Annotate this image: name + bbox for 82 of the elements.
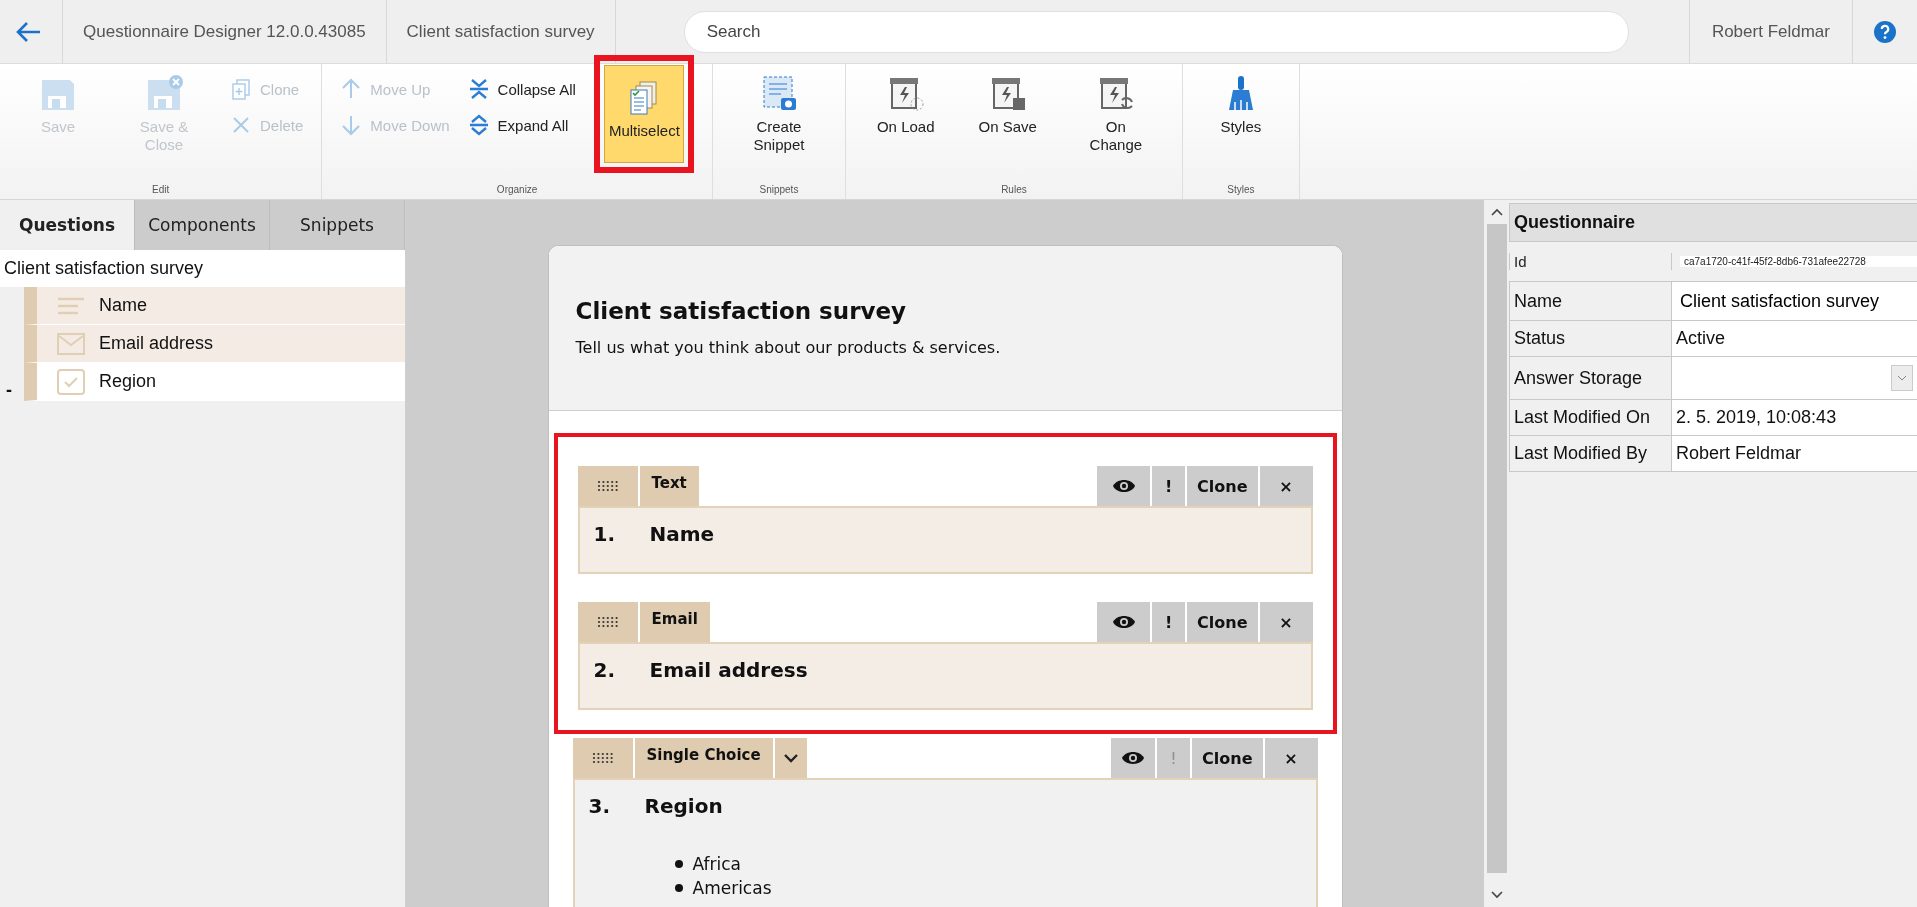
question-action-button[interactable]: × [1259, 602, 1313, 642]
drag-handle[interactable] [577, 466, 638, 506]
user-name[interactable]: Robert Feldmar [1711, 21, 1830, 42]
tree-root-item[interactable]: Client satisfaction survey [0, 250, 405, 287]
question-title: Email address [649, 658, 808, 682]
group-label: Styles [1226, 184, 1256, 197]
scroll-up-icon [1490, 208, 1503, 216]
question-action-button[interactable]: × [1259, 466, 1313, 506]
collapse-icon [467, 78, 490, 100]
multiselect-button[interactable]: Multiselect [603, 65, 684, 163]
scroll-down-icon [1490, 891, 1503, 899]
help-icon[interactable] [1873, 19, 1897, 44]
question-number: 2. [593, 658, 616, 682]
grip-icon [596, 616, 619, 628]
question-action-button[interactable]: Clone [1187, 602, 1258, 642]
group-label: Edit [151, 184, 171, 197]
visibility-button[interactable] [1097, 466, 1151, 506]
envelope-icon [57, 332, 85, 355]
question-number: 1. [593, 522, 616, 546]
type-dropdown-button[interactable] [774, 738, 807, 778]
arrow-down-icon [340, 114, 363, 136]
snippet-button[interactable]: Create Snippet [740, 65, 817, 163]
option-label: Americas [692, 877, 772, 900]
scrollbar[interactable] [1484, 200, 1509, 907]
name-field[interactable]: Client satisfaction survey [1672, 282, 1917, 320]
collapse-toggle[interactable]: - [6, 380, 12, 401]
expand-icon [467, 114, 490, 136]
checkbox-icon [57, 368, 85, 395]
drag-handle[interactable] [577, 602, 638, 642]
visibility-button[interactable] [1111, 738, 1156, 778]
question-title: Name [649, 522, 715, 546]
bullet-icon [674, 884, 683, 892]
back-arrow-icon[interactable] [16, 20, 42, 43]
scroll-thumb[interactable] [1486, 224, 1507, 873]
styles-button[interactable]: Styles [1210, 65, 1271, 145]
property-label: Id [1509, 253, 1672, 270]
question-card[interactable]: 3. Region Africa Americas [572, 778, 1318, 907]
question-action-button[interactable]: ! [1152, 466, 1186, 506]
survey-title: Client satisfaction survey [575, 298, 908, 324]
group-label: Snippets [758, 184, 800, 197]
drag-handle[interactable] [572, 738, 633, 778]
visibility-button[interactable] [1097, 602, 1151, 642]
grip-icon [591, 752, 614, 764]
expand-button[interactable]: Expand All [467, 112, 576, 138]
panel-title: Questionnaire [1509, 203, 1917, 242]
tree-item[interactable]: Name [24, 287, 405, 325]
eye-icon [1121, 750, 1146, 766]
question-title: Region [644, 794, 723, 818]
survey-subtitle: Tell us what you think about our products & services. [575, 338, 1002, 357]
sidebar-tab[interactable]: Snippets [270, 200, 405, 250]
question-number: 3. [588, 794, 611, 818]
question-action-button[interactable]: Clone [1192, 738, 1263, 778]
sidebar-tab[interactable]: Components [135, 200, 270, 250]
grip-icon [596, 480, 619, 492]
group-label: Organize [495, 184, 539, 197]
question-action-button[interactable]: × [1264, 738, 1318, 778]
group-label: Rules [1000, 184, 1028, 197]
app-title: Questionnaire Designer 12.0.0.43085 [83, 21, 366, 42]
document-title: Client satisfaction survey [406, 21, 595, 42]
eye-icon [1111, 478, 1136, 494]
property-value: ca7a1720-c41f-45f2-8db6-731afee22728 [1684, 256, 1866, 267]
rule-load-button[interactable]: On Load [873, 65, 938, 145]
tree-item[interactable]: Email address [24, 325, 405, 363]
caret-icon [783, 753, 798, 763]
lines-icon [57, 295, 85, 316]
bullet-icon [674, 860, 683, 868]
property-value: Robert Feldmar [1676, 443, 1802, 464]
option-label: Africa [692, 853, 741, 876]
tree-item[interactable]: Region [24, 363, 405, 401]
eye-icon [1111, 614, 1136, 630]
search-field[interactable]: Search [683, 10, 1629, 53]
chevron-down-icon [1897, 375, 1907, 381]
collapse-button[interactable]: Collapse All [467, 76, 576, 102]
rule-save-button[interactable]: On Save [975, 65, 1040, 145]
copy-icon [230, 78, 252, 100]
property-value: 2. 5. 2019, 10:08:43 [1676, 407, 1837, 428]
question-card[interactable]: 1. Name [577, 506, 1313, 574]
question-action-button[interactable]: Clone [1187, 466, 1258, 506]
property-value: Active [1676, 328, 1726, 349]
question-card[interactable]: 2. Email address [577, 642, 1313, 710]
rule-change-button[interactable]: On Change [1077, 65, 1154, 163]
question-action-button[interactable]: ! [1152, 602, 1186, 642]
